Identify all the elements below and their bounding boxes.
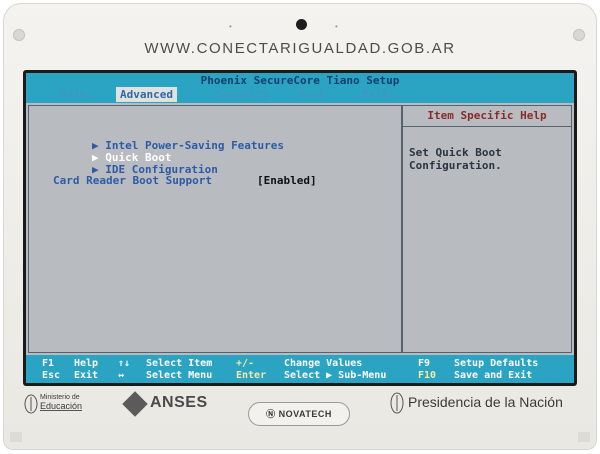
indicator-led: • (335, 22, 338, 31)
menu-security[interactable]: Security (212, 87, 273, 102)
bezel-url: WWW.CONECTARIGUALDAD.GOB.AR (144, 40, 456, 57)
novatech-emblem-icon: Ⓝ (266, 409, 279, 419)
key-updown-desc: Select Item (146, 358, 213, 369)
key-esc-desc: Exit (74, 370, 99, 381)
hinge (578, 432, 590, 442)
bios-header: Phoenix SecureCore Tiano Setup Main Adva… (26, 73, 574, 103)
help-text: Set Quick Boot Configuration. (409, 146, 502, 172)
presidencia-logo: Presidencia de la Nación (408, 394, 563, 410)
menu-advanced[interactable]: Advanced (116, 87, 177, 102)
anses-logo-icon (122, 391, 148, 417)
key-f9: F9 (418, 358, 431, 369)
menu-exit[interactable]: Exit (358, 87, 393, 102)
novatech-logo: Ⓝ NOVATECH (248, 402, 350, 426)
key-enter-desc: Select ▶ Sub-Menu (284, 370, 387, 381)
novatech-label: NOVATECH (278, 409, 332, 419)
settings-panel: ▶ Intel Power-Saving Features ▶ Quick Bo… (28, 105, 402, 353)
bios-title: Phoenix SecureCore Tiano Setup (200, 74, 400, 87)
webcam-icon (296, 19, 307, 30)
key-f10-desc: Save and Exit (454, 370, 533, 381)
ministerio-shield-icon (24, 394, 38, 414)
key-f1-desc: Help (74, 358, 99, 369)
setting-card-reader-label: Card Reader Boot Support (53, 174, 212, 187)
screen: Phoenix SecureCore Tiano Setup Main Adva… (23, 70, 577, 386)
ministerio-line2: Educación (40, 401, 83, 411)
anses-logo: ANSES (150, 394, 208, 411)
key-f10: F10 (418, 370, 437, 381)
menu-boot[interactable]: Boot (294, 87, 329, 102)
key-esc: Esc (42, 370, 61, 381)
hinge (10, 432, 22, 442)
key-enter: Enter (236, 370, 267, 381)
setting-card-reader-value[interactable]: [Enabled] (257, 174, 317, 187)
help-title: Item Specific Help (403, 106, 571, 127)
help-panel: Item Specific Help Set Quick Boot Config… (402, 105, 572, 353)
key-leftright: ↔ (118, 370, 125, 381)
indicator-led: • (229, 22, 232, 31)
bios-setup: Phoenix SecureCore Tiano Setup Main Adva… (26, 73, 574, 383)
key-plusminus-desc: Change Values (284, 358, 363, 369)
key-updown: ↑↓ (118, 358, 131, 369)
ministerio-logo: Ministerio de Educación (40, 394, 83, 411)
key-f1: F1 (42, 358, 55, 369)
presidencia-seal-icon (390, 392, 404, 414)
bios-footer: F1 Help ↑↓ Select Item +/- Change Values… (26, 355, 574, 383)
key-f9-desc: Setup Defaults (454, 358, 539, 369)
menu-main[interactable]: Main (56, 87, 91, 102)
key-plusminus: +/- (236, 358, 255, 369)
key-leftright-desc: Select Menu (146, 370, 213, 381)
